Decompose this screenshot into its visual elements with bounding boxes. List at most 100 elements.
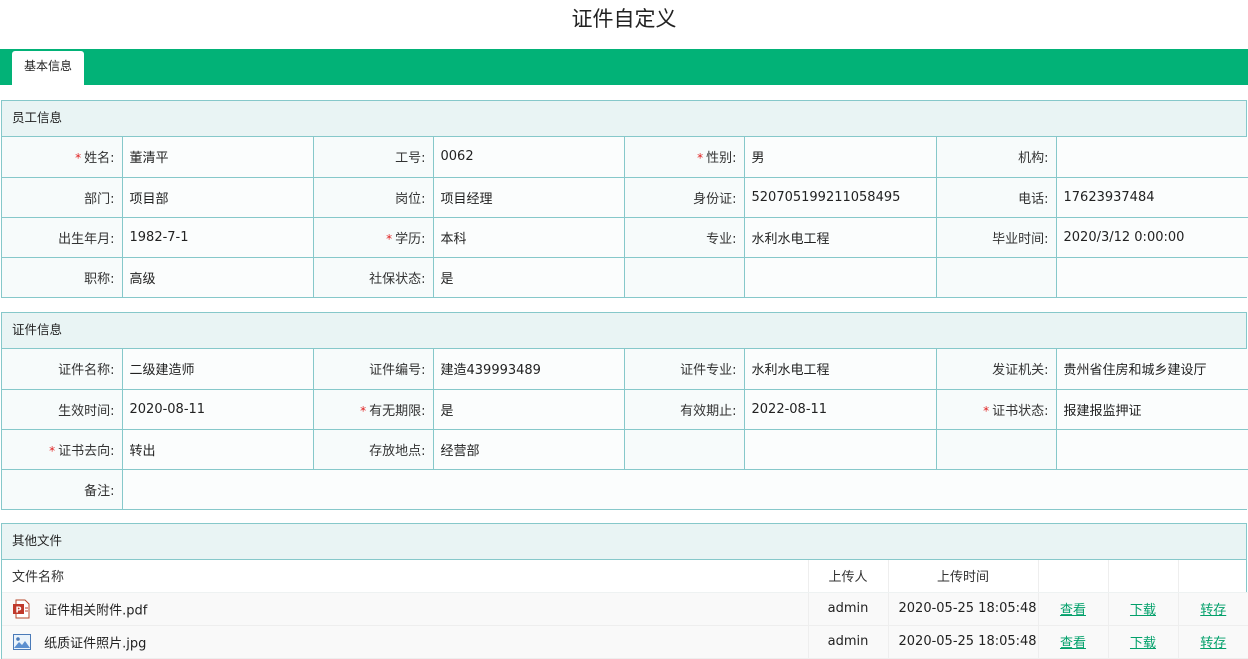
- field-label-cell: 专业:: [624, 217, 745, 258]
- field-value: 男: [744, 137, 937, 178]
- field-value: 董清平: [122, 137, 314, 178]
- field-value: 转出: [122, 429, 314, 470]
- field-label: 学历:: [395, 231, 426, 247]
- file-name-cell: 纸质证件照片.jpg: [2, 625, 809, 659]
- column-header-action-3: [1177, 560, 1248, 593]
- field-label: 证件编号:: [369, 363, 426, 379]
- field-value: 二级建造师: [122, 349, 314, 390]
- required-marker: *: [386, 231, 393, 246]
- column-header-uploader: 上传人: [807, 560, 888, 593]
- field-label-cell: 毕业时间:: [936, 217, 1057, 258]
- other-files-section: 其他文件 文件名称 上传人 上传时间 P 证件相关附件.pdf admin 20…: [1, 523, 1248, 659]
- field-value: 是: [433, 389, 625, 430]
- field-label: 性别:: [706, 151, 737, 167]
- field-label-cell: * 有无期限:: [313, 389, 434, 430]
- certificate-info-section: 证件信息 证件名称: 二级建造师 证件编号: 建造439993489 证件专业: 水利水电…: [1, 312, 1248, 510]
- field-label: 岗位:: [395, 191, 426, 207]
- column-header-upload-time: 上传时间: [887, 560, 1038, 593]
- field-value: 项目部: [122, 177, 314, 218]
- files-table: 文件名称 上传人 上传时间 P 证件相关附件.pdf admin 2020-05…: [2, 560, 1248, 659]
- field-label: 姓名:: [84, 151, 115, 167]
- required-marker: *: [360, 403, 367, 418]
- file-uploader: admin: [808, 592, 889, 626]
- field-value: 水利水电工程: [744, 349, 937, 390]
- field-value: 经营部: [433, 429, 625, 470]
- field-label-cell: * 性别:: [624, 137, 745, 178]
- column-header-action-2: [1107, 560, 1178, 593]
- field-label-cell: 证件专业:: [624, 349, 745, 390]
- page-title: 证件自定义: [571, 7, 677, 31]
- field-value: 建造439993489: [433, 349, 625, 390]
- employee-info-section: 员工信息 * 姓名: 董清平 工号: 0062 * 性别: 男机构: 部门: 项目部 岗位: 项目经理…: [1, 100, 1248, 298]
- field-label-cell: 身份证:: [624, 177, 745, 218]
- field-label-cell: * 姓名:: [2, 137, 123, 178]
- field-label: 社保状态:: [369, 271, 426, 287]
- field-value: 贵州省住房和城乡建设厅: [1056, 349, 1248, 390]
- field-label-cell: 出生年月:: [2, 217, 123, 258]
- field-label: 证件专业:: [680, 363, 737, 379]
- field-label: 证书去向:: [58, 443, 115, 459]
- field-label-cell: * 证书状态:: [936, 389, 1057, 430]
- field-label: 电话:: [1018, 191, 1049, 207]
- file-name-cell: P 证件相关附件.pdf: [2, 592, 809, 626]
- pdf-file-icon: P: [13, 599, 30, 618]
- tab-basic-info[interactable]: 基本信息: [12, 51, 84, 85]
- form-row: 生效时间: 2020-08-11 * 有无期限: 是有效期止: 2022-08-11 * 证书…: [2, 389, 1248, 430]
- form-row-remark: 备注:: [2, 469, 1248, 509]
- field-label-cell: 电话:: [936, 177, 1057, 218]
- field-label: 毕业时间:: [992, 231, 1049, 247]
- section-header-employee: 员工信息: [2, 101, 1246, 137]
- required-marker: *: [49, 443, 56, 458]
- save-link[interactable]: 转存: [1200, 603, 1226, 618]
- field-value: 1982-7-1: [122, 217, 314, 258]
- field-label-cell: * 证书去向:: [2, 429, 123, 470]
- field-value: 0062: [433, 137, 625, 178]
- file-name[interactable]: 纸质证件照片.jpg: [44, 636, 146, 651]
- field-label: 有效期止:: [680, 403, 737, 419]
- remark-label: 备注:: [2, 469, 123, 509]
- field-value: 报建报监押证: [1056, 389, 1248, 430]
- form-row: * 姓名: 董清平 工号: 0062 * 性别: 男机构:: [2, 137, 1248, 178]
- field-value: 2020-08-11: [122, 389, 314, 430]
- form-row: 出生年月: 1982-7-1 * 学历: 本科 专业: 水利水电工程 毕业时间: 2020/3/…: [2, 217, 1248, 258]
- save-link[interactable]: 转存: [1200, 636, 1226, 651]
- field-label-cell: 岗位:: [313, 177, 434, 218]
- file-name[interactable]: 证件相关附件.pdf: [44, 603, 147, 618]
- file-upload-time: 2020-05-25 18:05:48: [888, 625, 1039, 659]
- field-value: [1056, 137, 1248, 178]
- required-marker: *: [75, 151, 82, 166]
- field-value: [1056, 429, 1248, 470]
- files-table-header: 文件名称 上传人 上传时间: [2, 560, 1248, 593]
- field-value: 水利水电工程: [744, 217, 937, 258]
- field-value: 2022-08-11: [744, 389, 937, 430]
- view-link[interactable]: 查看: [1060, 636, 1086, 651]
- field-label: 证件名称:: [58, 363, 115, 379]
- image-file-icon: [13, 633, 31, 650]
- file-upload-time: 2020-05-25 18:05:48: [888, 592, 1039, 626]
- column-header-file-name: 文件名称: [2, 560, 808, 593]
- form-row: 证件名称: 二级建造师 证件编号: 建造439993489 证件专业: 水利水电工程 发证机…: [2, 349, 1248, 390]
- field-value: 本科: [433, 217, 625, 258]
- remark-value: [122, 469, 1248, 509]
- field-label-cell: 社保状态:: [313, 257, 434, 297]
- field-value: 高级: [122, 257, 314, 297]
- required-marker: *: [697, 151, 704, 166]
- field-value: 项目经理: [433, 177, 625, 218]
- field-label: 机构:: [1018, 151, 1049, 167]
- download-link[interactable]: 下载: [1130, 636, 1156, 651]
- field-label: 证书状态:: [992, 403, 1049, 419]
- field-label: 专业:: [706, 231, 737, 247]
- field-label-cell: 机构:: [936, 137, 1057, 178]
- field-label-cell: 生效时间:: [2, 389, 123, 430]
- field-value: 17623937484: [1056, 177, 1248, 218]
- field-label-cell: 职称:: [2, 257, 123, 297]
- field-value: [1056, 257, 1248, 297]
- view-link[interactable]: 查看: [1060, 603, 1086, 618]
- field-label: 发证机关:: [992, 363, 1049, 379]
- download-link[interactable]: 下载: [1130, 603, 1156, 618]
- form-row: 部门: 项目部 岗位: 项目经理 身份证: 520705199211058495 电话: 17…: [2, 177, 1248, 218]
- field-label-cell: 有效期止:: [624, 389, 745, 430]
- field-label-cell: * 学历:: [313, 217, 434, 258]
- employee-info-table: * 姓名: 董清平 工号: 0062 * 性别: 男机构: 部门: 项目部 岗位: 项目经理 身份证: 5…: [2, 137, 1248, 297]
- svg-text:P: P: [16, 605, 22, 614]
